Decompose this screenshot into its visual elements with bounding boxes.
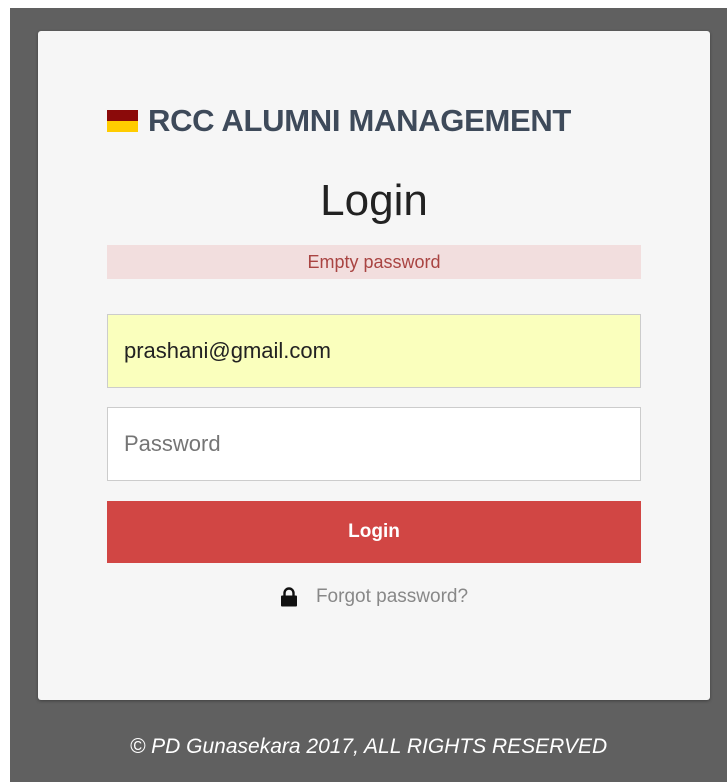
email-field[interactable]: [107, 314, 641, 388]
footer-copyright: © PD Gunasekara 2017, ALL RIGHTS RESERVE…: [129, 735, 608, 758]
flag-icon: [107, 110, 138, 132]
password-field[interactable]: [107, 407, 641, 481]
error-alert: Empty password: [107, 245, 641, 279]
lock-icon: [280, 587, 298, 607]
login-button[interactable]: Login: [107, 501, 641, 563]
brand-name: RCC ALUMNI MANAGEMENT: [148, 103, 572, 138]
forgot-password-link[interactable]: Forgot password?: [316, 586, 468, 608]
login-title: Login: [320, 176, 428, 225]
login-card: RCC ALUMNI MANAGEMENT Login Empty passwo…: [38, 31, 710, 700]
forgot-password-row: Forgot password?: [38, 584, 710, 610]
brand-header: RCC ALUMNI MANAGEMENT: [107, 101, 571, 141]
